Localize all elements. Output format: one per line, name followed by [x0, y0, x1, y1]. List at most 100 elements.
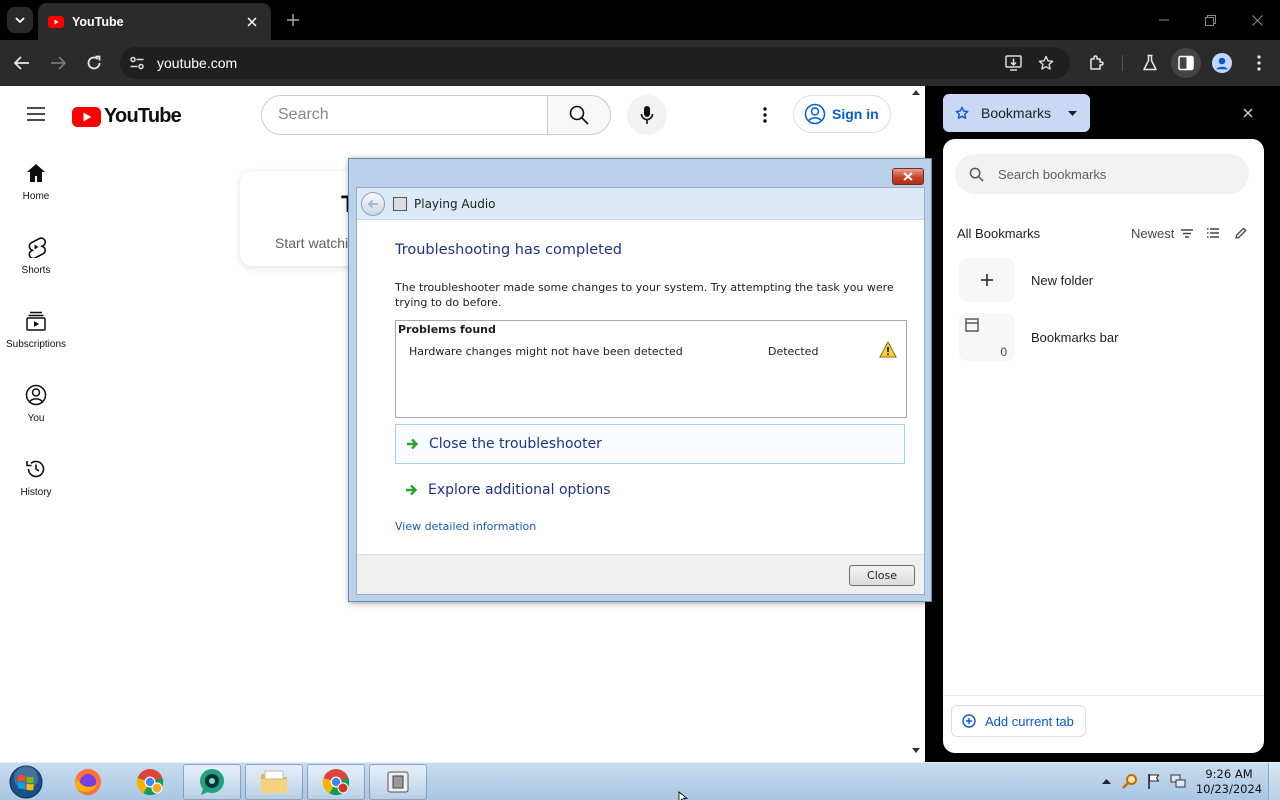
nav-you[interactable]: You [0, 384, 72, 446]
bookmarks-bar-icon [965, 318, 979, 332]
youtube-search-button[interactable] [547, 95, 611, 135]
taskbar-troubleshooter[interactable] [369, 764, 427, 800]
scroll-down-arrow[interactable] [912, 748, 920, 753]
add-current-tab-button[interactable]: Add current tab [951, 705, 1086, 737]
dialog-nav-bar: Playing Audio [357, 188, 924, 220]
pencil-icon [1235, 227, 1247, 239]
system-clock[interactable]: 9:26 AM 10/23/2024 [1192, 767, 1266, 797]
account-circle-icon [804, 103, 826, 125]
tab-strip: YouTube [0, 0, 1280, 40]
tab-title: YouTube [72, 14, 124, 29]
taskbar-firefox[interactable] [59, 764, 117, 800]
guide-menu-button[interactable] [22, 100, 50, 128]
close-icon [1251, 14, 1263, 26]
taskbar-app-3[interactable] [183, 764, 241, 800]
side-panel-button[interactable] [1171, 48, 1201, 78]
youtube-play-logo-icon [72, 106, 101, 127]
youtube-logo[interactable]: YouTube [72, 105, 182, 128]
tab-youtube[interactable]: YouTube [38, 3, 271, 40]
close-icon [1243, 108, 1253, 118]
caret-down-icon [1068, 110, 1077, 116]
problem-issue: Hardware changes might not have been det… [409, 345, 683, 358]
home-icon [27, 164, 45, 182]
new-folder-button[interactable]: New folder [959, 258, 1249, 302]
window-close-button[interactable] [1247, 10, 1267, 30]
problem-row[interactable]: Hardware changes might not have been det… [409, 341, 904, 363]
new-tab-button[interactable] [283, 10, 303, 30]
problem-status: Detected [768, 345, 819, 358]
youtube-settings-button[interactable] [752, 102, 778, 128]
nav-history[interactable]: History [0, 458, 72, 520]
plus-icon [287, 14, 299, 26]
bookmarks-bar-label: Bookmarks bar [1031, 329, 1119, 345]
mouse-cursor-icon [678, 791, 688, 800]
url-text[interactable]: youtube.com [157, 55, 237, 71]
close-troubleshooter-label: Close the troubleshooter [429, 436, 602, 452]
nav-subscriptions[interactable]: Subscriptions [0, 310, 72, 372]
view-detailed-information-link[interactable]: View detailed information [395, 520, 536, 533]
sign-in-button[interactable]: Sign in [793, 95, 891, 133]
forward-button[interactable] [44, 49, 72, 77]
youtube-search-input[interactable]: Search [261, 95, 548, 135]
clock-time: 9:26 AM [1205, 767, 1253, 781]
show-desktop-button[interactable] [1268, 763, 1280, 800]
new-folder-icon-box [959, 258, 1015, 302]
browser-menu-button[interactable] [1245, 49, 1273, 77]
bookmark-folder-bookmarks-bar[interactable]: 0 Bookmarks bar [959, 313, 1249, 361]
close-icon [903, 172, 913, 181]
tray-search-icon-button[interactable] [1121, 771, 1139, 791]
network-button[interactable] [1169, 771, 1187, 791]
side-panel-selector[interactable]: Bookmarks [943, 94, 1090, 132]
view-toggle-button[interactable] [1203, 223, 1223, 243]
back-button[interactable] [8, 49, 36, 77]
side-panel-close-button[interactable] [1238, 103, 1258, 123]
address-bar[interactable]: youtube.com [120, 47, 1070, 79]
labs-button[interactable] [1136, 49, 1164, 77]
troubleshooter-dialog: Playing Audio Troubleshooting has comple… [348, 158, 932, 602]
show-hidden-icons-button[interactable] [1097, 771, 1115, 791]
taskbar-file-explorer[interactable] [245, 764, 303, 800]
action-center-button[interactable] [1145, 771, 1163, 791]
nav-shorts-label: Shorts [21, 265, 51, 276]
tab-search-button[interactable] [7, 7, 33, 33]
sort-label: Newest [1131, 226, 1175, 241]
folder-icon [261, 770, 287, 793]
kebab-menu-icon [1257, 55, 1261, 71]
star-icon[interactable] [1038, 55, 1054, 71]
reload-button[interactable] [80, 49, 108, 77]
profile-button[interactable] [1208, 49, 1236, 77]
sort-button[interactable]: Newest [1131, 226, 1194, 241]
subscriptions-icon [26, 311, 46, 331]
toolbar-separator [1122, 55, 1123, 71]
nav-home[interactable]: Home [0, 162, 72, 224]
browser-toolbar: youtube.com [0, 40, 1280, 86]
restore-button[interactable] [1200, 10, 1220, 30]
speaker-app-icon [387, 771, 409, 793]
explore-options-option[interactable]: Explore additional options [395, 470, 905, 510]
edit-bookmarks-button[interactable] [1231, 223, 1251, 243]
taskbar-chrome-1[interactable] [121, 764, 179, 800]
install-app-icon[interactable] [1005, 55, 1022, 71]
flask-icon [1143, 54, 1157, 71]
start-button[interactable] [7, 765, 45, 799]
close-troubleshooter-option[interactable]: Close the troubleshooter [395, 424, 905, 464]
voice-search-button[interactable] [627, 95, 667, 135]
green-arrow-icon [407, 438, 419, 450]
dialog-back-button[interactable] [361, 191, 385, 216]
dialog-nav-title: Playing Audio [414, 196, 496, 211]
dialog-close-button[interactable]: Close [849, 565, 915, 586]
reload-icon [87, 55, 101, 70]
caret-up-icon [1101, 779, 1111, 784]
dialog-close-x-button[interactable] [892, 168, 924, 185]
site-info-icon[interactable] [129, 55, 145, 71]
taskbar-chrome-2[interactable] [307, 764, 365, 800]
bookmarks-search-input[interactable]: Search bookmarks [955, 154, 1249, 194]
tab-close-icon[interactable] [243, 13, 261, 31]
kebab-menu-icon [763, 107, 767, 123]
scroll-up-arrow[interactable] [912, 90, 920, 95]
warning-icon [879, 341, 897, 358]
minimize-button[interactable] [1154, 10, 1174, 30]
extensions-button[interactable] [1083, 49, 1111, 77]
dialog-heading: Troubleshooting has completed [395, 242, 622, 258]
nav-shorts[interactable]: Shorts [0, 236, 72, 298]
